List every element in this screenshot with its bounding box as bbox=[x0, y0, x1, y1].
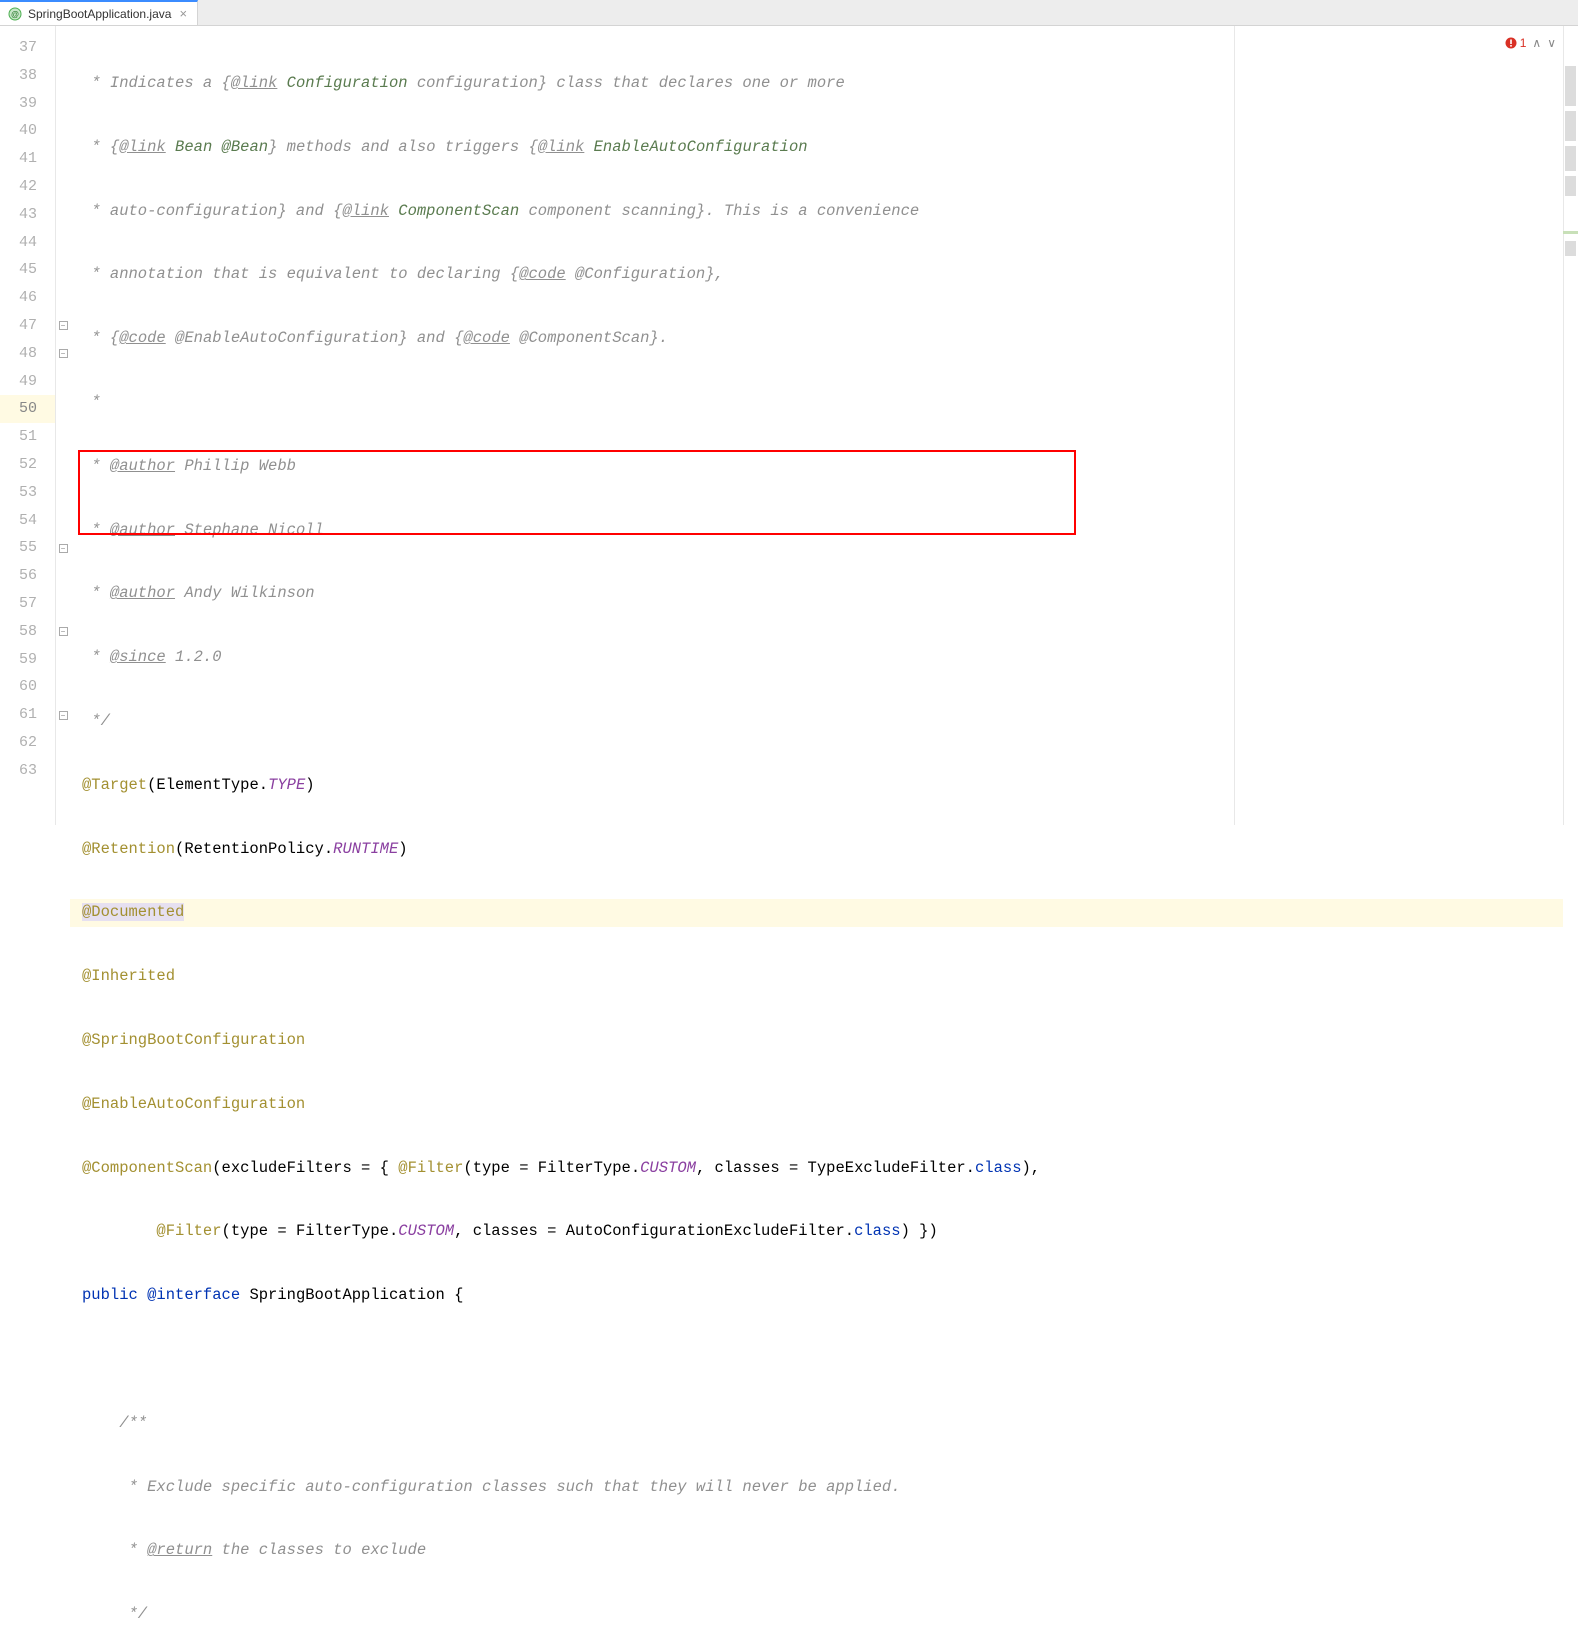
error-stripe[interactable] bbox=[1563, 26, 1578, 825]
line-number[interactable]: 44 bbox=[0, 229, 55, 257]
code-line: * @author Phillip Webb bbox=[70, 453, 1563, 481]
prev-highlight-icon[interactable]: ∧ bbox=[1532, 36, 1541, 50]
minimap[interactable] bbox=[1563, 56, 1578, 825]
code-line: @EnableAutoConfiguration bbox=[70, 1091, 1563, 1119]
fold-toggle-icon[interactable]: − bbox=[59, 544, 68, 553]
fold-toggle-icon[interactable]: − bbox=[59, 627, 68, 636]
line-number[interactable]: 53 bbox=[0, 479, 55, 507]
line-number[interactable]: 59 bbox=[0, 646, 55, 674]
line-number[interactable]: 45 bbox=[0, 256, 55, 284]
line-number[interactable]: 57 bbox=[0, 590, 55, 618]
code-line: * {@code @EnableAutoConfiguration} and {… bbox=[70, 325, 1563, 353]
fold-strip: − − − − − bbox=[56, 26, 70, 825]
code-line: @Filter(type = FilterType.CUSTOM, classe… bbox=[70, 1218, 1563, 1246]
close-tab-icon[interactable]: × bbox=[177, 6, 189, 21]
code-line bbox=[70, 1346, 1563, 1374]
line-number[interactable]: 52 bbox=[0, 451, 55, 479]
code-line: * {@link Bean @Bean} methods and also tr… bbox=[70, 134, 1563, 162]
svg-text:@: @ bbox=[11, 10, 19, 19]
code-line: @Retention(RetentionPolicy.RUNTIME) bbox=[70, 836, 1563, 864]
error-icon bbox=[1505, 37, 1517, 49]
code-line: * @return the classes to exclude bbox=[70, 1537, 1563, 1565]
editor: 37 38 39 40 41 42 43 44 45 46 47 48 49 5… bbox=[0, 26, 1578, 825]
code-line: @Target(ElementType.TYPE) bbox=[70, 772, 1563, 800]
code-line: @ComponentScan(excludeFilters = { @Filte… bbox=[70, 1155, 1563, 1183]
code-line: * auto-configuration} and {@link Compone… bbox=[70, 198, 1563, 226]
line-number-current[interactable]: 50 bbox=[0, 395, 55, 423]
code-line: @SpringBootConfiguration bbox=[70, 1027, 1563, 1055]
line-number[interactable]: 54 bbox=[0, 507, 55, 535]
line-number[interactable]: 41 bbox=[0, 145, 55, 173]
line-number[interactable]: 55 bbox=[0, 534, 55, 562]
line-number[interactable]: 61 bbox=[0, 701, 55, 729]
code-line: */ bbox=[70, 708, 1563, 736]
line-number[interactable]: 42 bbox=[0, 173, 55, 201]
code-line: @Inherited bbox=[70, 963, 1563, 991]
code-line-current: @Documented bbox=[70, 899, 1563, 927]
error-indicator[interactable]: 1 bbox=[1505, 36, 1527, 50]
line-number[interactable]: 62 bbox=[0, 729, 55, 757]
code-line: * Exclude specific auto-configuration cl… bbox=[70, 1474, 1563, 1502]
code-line: * bbox=[70, 389, 1563, 417]
line-number[interactable]: 47 bbox=[0, 312, 55, 340]
line-number[interactable]: 63 bbox=[0, 757, 55, 785]
error-count: 1 bbox=[1520, 36, 1527, 50]
code-line: */ bbox=[70, 1601, 1563, 1629]
code-area[interactable]: * Indicates a {@link Configuration confi… bbox=[70, 26, 1563, 825]
line-number[interactable]: 43 bbox=[0, 201, 55, 229]
code-line: * Indicates a {@link Configuration confi… bbox=[70, 70, 1563, 98]
line-gutter: 37 38 39 40 41 42 43 44 45 46 47 48 49 5… bbox=[0, 26, 56, 825]
tab-filename: SpringBootApplication.java bbox=[28, 7, 171, 21]
fold-toggle-icon[interactable]: − bbox=[59, 711, 68, 720]
line-number[interactable]: 46 bbox=[0, 284, 55, 312]
code-line: /** bbox=[70, 1410, 1563, 1438]
line-number[interactable]: 56 bbox=[0, 562, 55, 590]
right-margin-guide bbox=[1234, 26, 1235, 825]
line-number[interactable]: 38 bbox=[0, 62, 55, 90]
fold-toggle-icon[interactable]: − bbox=[59, 321, 68, 330]
code-line: * @author Stephane Nicoll bbox=[70, 517, 1563, 545]
file-tab[interactable]: @ SpringBootApplication.java × bbox=[0, 0, 198, 25]
line-number[interactable]: 39 bbox=[0, 90, 55, 118]
line-number[interactable]: 58 bbox=[0, 618, 55, 646]
java-file-icon: @ bbox=[8, 7, 22, 21]
line-number[interactable]: 40 bbox=[0, 117, 55, 145]
line-number[interactable]: 48 bbox=[0, 340, 55, 368]
fold-toggle-icon[interactable]: − bbox=[59, 349, 68, 358]
line-number[interactable]: 51 bbox=[0, 423, 55, 451]
line-number[interactable]: 37 bbox=[0, 34, 55, 62]
code-line: * annotation that is equivalent to decla… bbox=[70, 261, 1563, 289]
next-highlight-icon[interactable]: ∨ bbox=[1547, 36, 1556, 50]
line-number[interactable]: 49 bbox=[0, 368, 55, 396]
tab-bar: @ SpringBootApplication.java × bbox=[0, 0, 1578, 26]
code-line: * @author Andy Wilkinson bbox=[70, 580, 1563, 608]
line-number[interactable]: 60 bbox=[0, 673, 55, 701]
code-line: public @interface SpringBootApplication … bbox=[70, 1282, 1563, 1310]
code-line: * @since 1.2.0 bbox=[70, 644, 1563, 672]
inspection-widget[interactable]: 1 ∧ ∨ bbox=[1505, 36, 1556, 50]
